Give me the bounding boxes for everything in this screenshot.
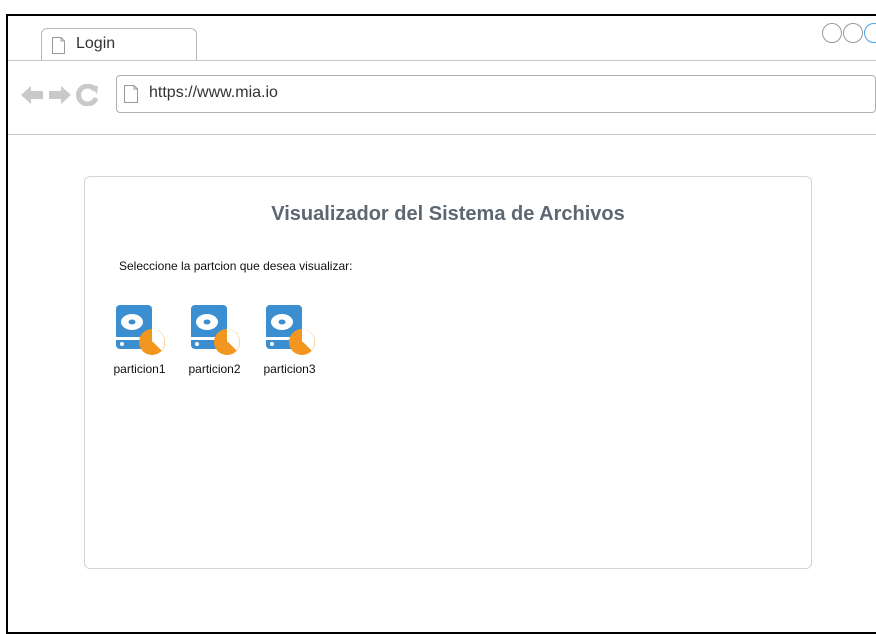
address-bar[interactable]: https://www.mia.io bbox=[116, 75, 876, 113]
maximize-button[interactable] bbox=[843, 23, 863, 43]
close-button[interactable] bbox=[864, 23, 876, 43]
page-title: Visualizador del Sistema de Archivos bbox=[271, 203, 625, 225]
hard-drive-icon bbox=[190, 305, 240, 355]
partition-label: particion2 bbox=[188, 362, 241, 376]
nav-buttons bbox=[20, 84, 100, 106]
partition-label: particion3 bbox=[263, 362, 316, 376]
tab-login[interactable]: Login bbox=[41, 28, 197, 60]
partition-prompt: Seleccione la partcion que desea visuali… bbox=[119, 259, 353, 273]
navigation-bar: https://www.mia.io bbox=[8, 60, 876, 135]
hard-drive-icon bbox=[115, 305, 165, 355]
partition-item[interactable]: particion2 bbox=[182, 302, 247, 376]
page-icon bbox=[124, 85, 138, 103]
tab-bar: Login bbox=[8, 16, 876, 61]
back-arrow-icon[interactable] bbox=[20, 85, 44, 105]
forward-arrow-icon[interactable] bbox=[48, 85, 72, 105]
partition-label: particion1 bbox=[113, 362, 166, 376]
browser-window: Login https://www.mia.io Visualizador de… bbox=[6, 14, 876, 634]
filesystem-viewer-panel: Visualizador del Sistema de Archivos Sel… bbox=[84, 176, 812, 569]
window-controls bbox=[822, 23, 876, 43]
reload-icon[interactable] bbox=[76, 84, 100, 106]
hard-drive-icon bbox=[265, 305, 315, 355]
tab-label: Login bbox=[76, 35, 116, 52]
partition-item[interactable]: particion1 bbox=[107, 302, 172, 376]
partition-item[interactable]: particion3 bbox=[257, 302, 322, 376]
partition-list: particion1 particion2 particion3 bbox=[107, 302, 322, 376]
page-icon bbox=[52, 37, 65, 54]
minimize-button[interactable] bbox=[822, 23, 842, 43]
url-text: https://www.mia.io bbox=[149, 84, 278, 101]
